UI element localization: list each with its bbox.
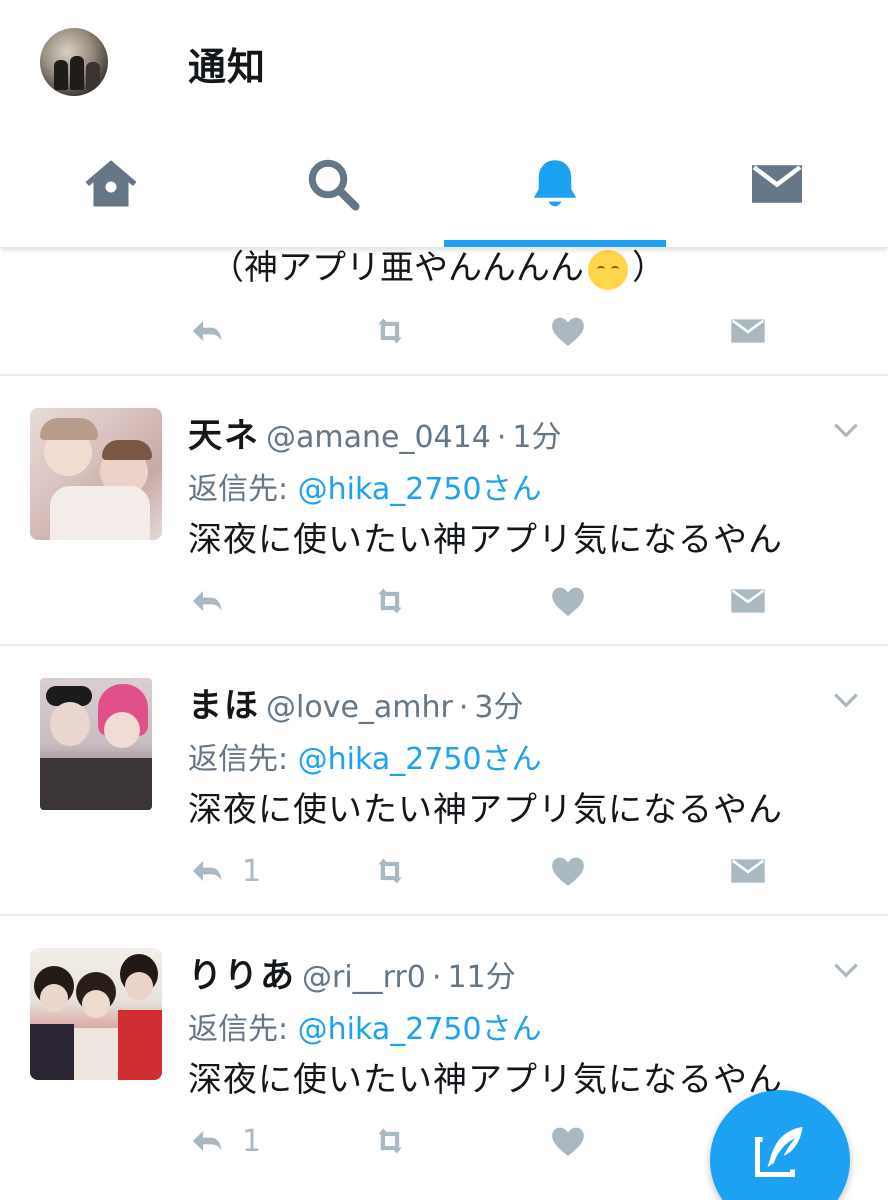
retweet-icon	[378, 858, 402, 884]
chevron-down-icon[interactable]	[830, 954, 862, 986]
envelope-icon	[731, 859, 765, 883]
active-tab-indicator	[444, 240, 666, 247]
like-button[interactable]	[548, 846, 588, 896]
retweet-button[interactable]	[370, 576, 410, 626]
tweet-actions	[188, 576, 808, 626]
profile-avatar[interactable]	[40, 28, 108, 96]
reply-count: 1	[242, 1123, 262, 1159]
home-icon	[85, 160, 137, 207]
avatar[interactable]	[30, 948, 162, 1080]
page-title: 通知	[188, 45, 267, 89]
tweet-text: 深夜に使いたい神アプリ気になるやん	[188, 520, 783, 560]
meta-separator: ·	[458, 690, 469, 725]
reply-icon	[193, 861, 222, 881]
retweet-button[interactable]	[370, 846, 410, 896]
tab-home[interactable]	[0, 120, 222, 248]
reply-icon	[193, 321, 222, 341]
handle: @love_amhr	[266, 690, 453, 725]
chevron-down-icon[interactable]	[830, 414, 862, 446]
display-name[interactable]: りりあ	[188, 956, 296, 996]
reply-count: 1	[242, 853, 262, 889]
timestamp[interactable]: 1分	[512, 420, 561, 455]
heart-icon	[552, 857, 584, 886]
reply-icon	[193, 591, 222, 611]
mention-link[interactable]: @hika_2750さん	[298, 742, 542, 777]
divider	[0, 914, 888, 916]
heart-icon	[552, 1127, 584, 1156]
envelope-icon	[731, 589, 765, 613]
direct-message-button[interactable]	[728, 846, 768, 896]
timestamp[interactable]: 11分	[447, 960, 515, 995]
reply-button[interactable]: 1	[188, 1116, 261, 1166]
retweet-button[interactable]	[370, 306, 410, 356]
tab-search[interactable]	[222, 120, 444, 248]
direct-message-button[interactable]	[728, 576, 768, 626]
meta-separator: ·	[431, 960, 442, 995]
avatar[interactable]	[40, 678, 152, 810]
app-header: 通知	[0, 0, 888, 120]
retweet-icon	[378, 1128, 402, 1154]
mention-link[interactable]: @hika_2750さん	[298, 472, 542, 507]
tweet-author: 天ネ @amane_0414 · 1分	[188, 408, 561, 457]
handle: @amane_0414	[266, 420, 491, 455]
retweet-button[interactable]	[370, 1116, 410, 1166]
chevron-down-icon[interactable]	[830, 684, 862, 716]
like-button[interactable]	[548, 576, 588, 626]
search-icon	[308, 159, 360, 211]
compose-tweet-icon	[755, 1127, 803, 1177]
avatar[interactable]	[30, 408, 162, 540]
reply-button[interactable]: 1	[188, 846, 261, 896]
like-button[interactable]	[548, 1116, 588, 1166]
tweet-actions: 1	[188, 846, 808, 896]
timestamp[interactable]: 3分	[474, 690, 523, 725]
reply-button[interactable]	[188, 576, 242, 626]
reply-context: 返信先: @hika_2750さん	[188, 472, 542, 507]
direct-message-button[interactable]	[728, 306, 768, 356]
partial-tweet-text: （神アプリ亜やんんんん）	[210, 248, 666, 290]
handle: @ri__rr0	[302, 960, 426, 995]
retweet-icon	[378, 318, 402, 344]
tweet-text: 深夜に使いたい神アプリ気になるやん	[188, 1060, 783, 1100]
reply-context: 返信先: @hika_2750さん	[188, 742, 542, 777]
like-button[interactable]	[548, 306, 588, 356]
reply-icon	[193, 1131, 222, 1151]
tweet-text: 深夜に使いたい神アプリ気になるやん	[188, 790, 783, 830]
tweet-author: まほ @love_amhr · 3分	[188, 678, 524, 727]
tweet-author: りりあ @ri__rr0 · 11分	[188, 948, 516, 997]
tab-notifications[interactable]	[444, 120, 666, 248]
divider	[0, 374, 888, 376]
divider	[0, 644, 888, 646]
heart-icon	[552, 587, 584, 616]
tab-bar	[0, 120, 888, 248]
mention-link[interactable]: @hika_2750さん	[298, 1012, 542, 1047]
reply-button[interactable]	[188, 306, 228, 356]
display-name[interactable]: まほ	[188, 686, 260, 726]
compose-tweet-button[interactable]	[710, 1090, 850, 1200]
meta-separator: ·	[496, 420, 507, 455]
tweet-actions	[188, 306, 808, 356]
display-name[interactable]: 天ネ	[188, 416, 260, 456]
smiling-face-emoji-icon	[588, 249, 628, 290]
heart-icon	[552, 317, 584, 346]
envelope-icon	[752, 165, 802, 203]
envelope-icon	[731, 319, 765, 343]
reply-context: 返信先: @hika_2750さん	[188, 1012, 542, 1047]
retweet-icon	[378, 588, 402, 614]
bell-icon	[533, 160, 577, 207]
tab-messages[interactable]	[666, 120, 888, 248]
